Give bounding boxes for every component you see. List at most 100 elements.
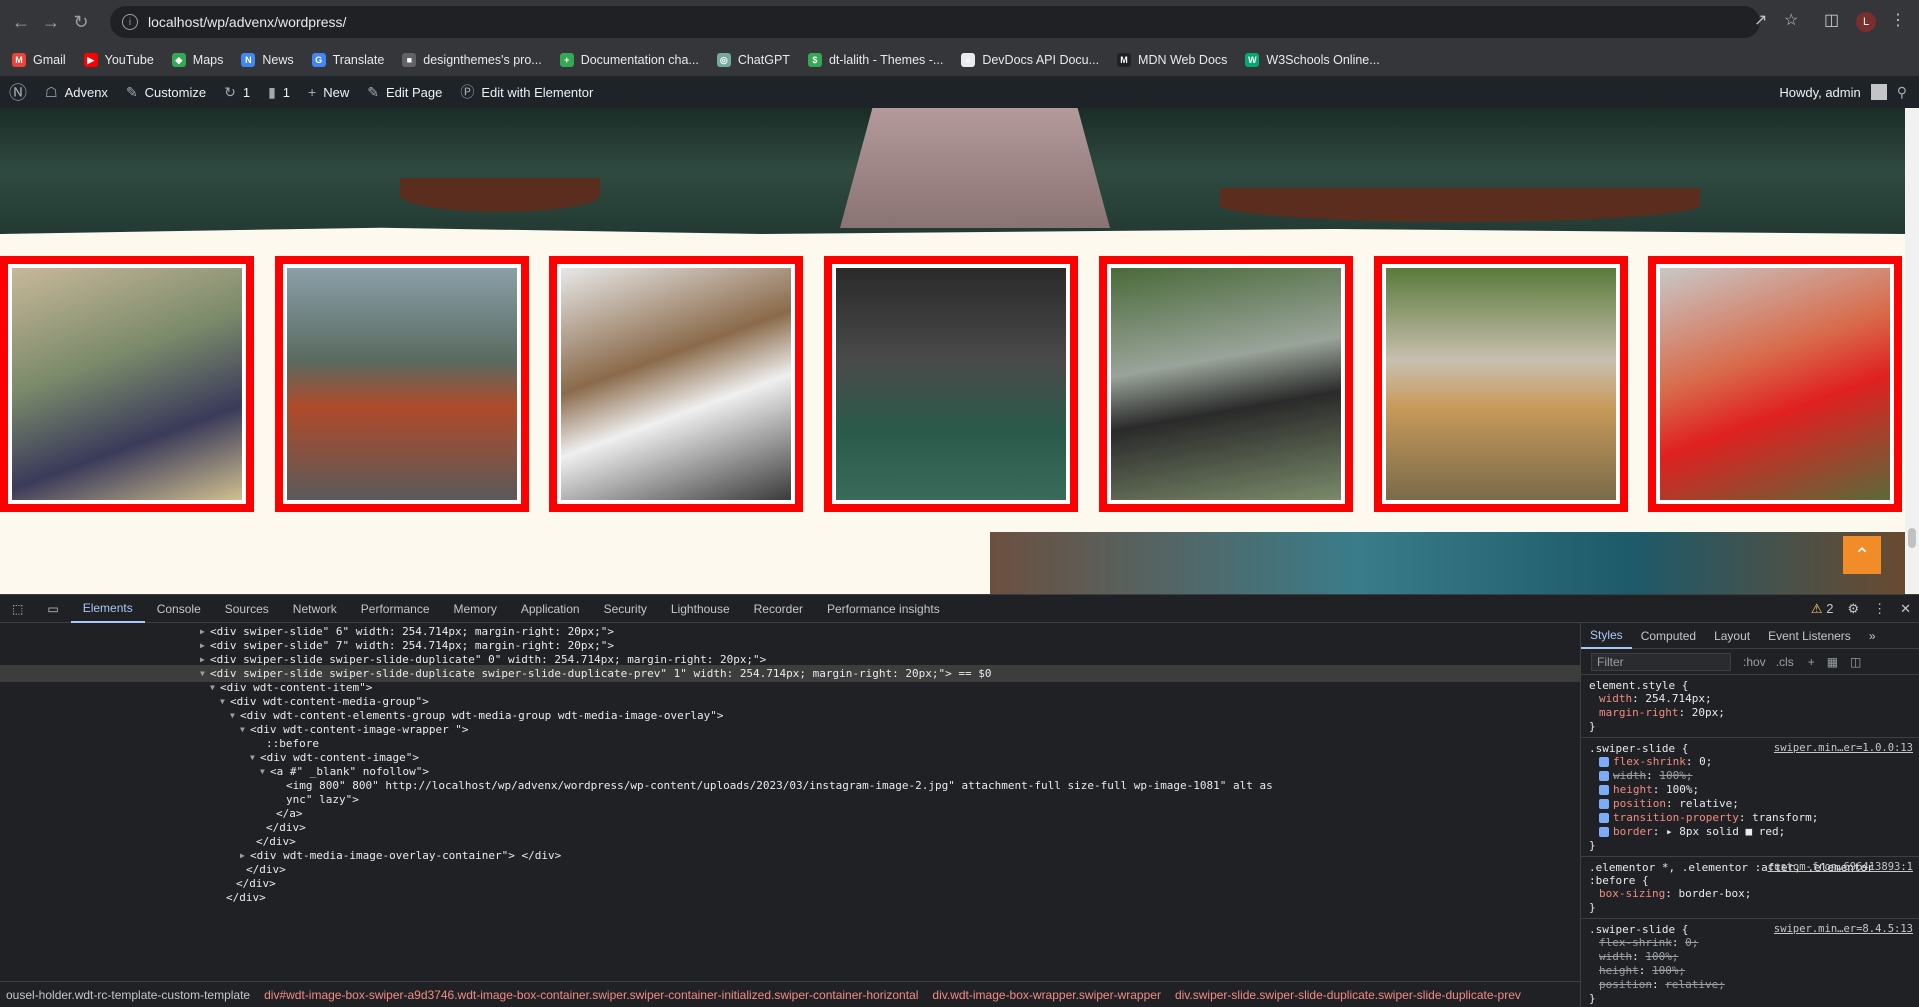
css-property[interactable]: transition-property: transform; bbox=[1599, 811, 1909, 825]
bookmark-item[interactable]: M Gmail bbox=[12, 53, 66, 67]
reload-icon[interactable]: ↻ bbox=[66, 7, 96, 37]
css-property[interactable]: height: 100%; bbox=[1599, 783, 1909, 797]
howdy-admin-link[interactable]: Howdy, admin bbox=[1779, 85, 1860, 100]
styles-tab-computed[interactable]: Computed bbox=[1632, 623, 1705, 649]
gallery-slide[interactable] bbox=[549, 256, 804, 512]
class-toggle[interactable]: .cls bbox=[1776, 655, 1794, 669]
devtools-tab-memory[interactable]: Memory bbox=[442, 595, 509, 623]
property-checkbox[interactable] bbox=[1599, 785, 1609, 795]
bookmark-item[interactable]: ■ designthemes's pro... bbox=[402, 53, 542, 67]
styles-filter-input[interactable]: Filter bbox=[1591, 652, 1731, 671]
more-tabs-icon[interactable]: » bbox=[1860, 623, 1885, 649]
profile-avatar[interactable]: L bbox=[1856, 12, 1876, 32]
css-property[interactable]: margin-right: 20px; bbox=[1599, 706, 1909, 720]
property-checkbox[interactable] bbox=[1599, 757, 1609, 767]
sidebar-toggle-icon[interactable]: ◫ bbox=[1850, 655, 1861, 669]
devtools-tab-console[interactable]: Console bbox=[145, 595, 213, 623]
new-rule-plus-icon[interactable]: + bbox=[1808, 655, 1815, 669]
bookmark-item[interactable]: W W3Schools Online... bbox=[1245, 53, 1380, 67]
bookmark-star-icon[interactable]: ☆ bbox=[1784, 10, 1798, 30]
address-bar[interactable]: i localhost/wp/advenx/wordpress/ bbox=[110, 6, 1760, 38]
bookmark-item[interactable]: N News bbox=[241, 53, 294, 67]
styles-tab-layout[interactable]: Layout bbox=[1705, 623, 1759, 649]
bookmark-item[interactable]: ◆ Maps bbox=[171, 53, 223, 67]
css-property[interactable]: flex-shrink: 0; bbox=[1599, 936, 1909, 950]
site-name-link[interactable]: ☖ Advenx bbox=[36, 76, 117, 108]
hover-state-toggle[interactable]: :hov bbox=[1743, 655, 1766, 669]
edit-page-link[interactable]: ✎ Edit Page bbox=[358, 76, 451, 108]
breadcrumb-item[interactable]: ousel-holder.wdt-rc-template-custom-temp… bbox=[6, 988, 250, 1002]
css-property[interactable]: width: 100%; bbox=[1599, 950, 1909, 964]
property-checkbox[interactable] bbox=[1599, 799, 1609, 809]
devtools-tab-performance[interactable]: Performance bbox=[349, 595, 442, 623]
gallery-slide[interactable] bbox=[274, 256, 529, 512]
css-property[interactable]: box-sizing: border-box; bbox=[1599, 887, 1909, 901]
property-checkbox[interactable] bbox=[1599, 827, 1609, 837]
css-property[interactable]: width: 254.714px; bbox=[1599, 692, 1909, 706]
bookmark-item[interactable]: G Translate bbox=[311, 53, 384, 67]
css-source-link[interactable]: custom-fron…696413893:1 bbox=[1768, 861, 1913, 873]
devtools-tab-elements[interactable]: Elements bbox=[70, 595, 145, 623]
bookmark-item[interactable]: M MDN Web Docs bbox=[1117, 53, 1227, 67]
gallery-slide[interactable] bbox=[1373, 256, 1628, 512]
devtools-tab-lighthouse[interactable]: Lighthouse bbox=[659, 595, 742, 623]
bookmark-item[interactable]: + Documentation cha... bbox=[559, 53, 699, 67]
bookmark-item[interactable]: $ dt-lalith - Themes -... bbox=[807, 53, 943, 67]
css-property[interactable]: flex-shrink: 0; bbox=[1599, 755, 1909, 769]
property-checkbox[interactable] bbox=[1599, 771, 1609, 781]
bookmark-item[interactable]: ◎ ChatGPT bbox=[716, 53, 790, 67]
gallery-slide[interactable] bbox=[1098, 256, 1353, 512]
devtools-tab-network[interactable]: Network bbox=[281, 595, 349, 623]
updates-link[interactable]: ↻ 1 bbox=[215, 76, 259, 108]
bookmark-item[interactable]: ⌕ DevDocs API Docu... bbox=[961, 53, 1099, 67]
breadcrumb-item[interactable]: div.wdt-image-box-wrapper.swiper-wrapper bbox=[932, 988, 1161, 1002]
devtools-tab-sources[interactable]: Sources bbox=[213, 595, 281, 623]
devtools-tab-performance-insights[interactable]: Performance insights bbox=[815, 595, 952, 623]
breadcrumb-item[interactable]: div#wdt-image-box-swiper-a9d3746.wdt-ima… bbox=[264, 988, 918, 1002]
new-content-link[interactable]: + New bbox=[299, 76, 358, 108]
styles-tab-styles[interactable]: Styles bbox=[1581, 623, 1632, 649]
settings-gear-icon[interactable]: ⚙ bbox=[1847, 601, 1859, 617]
edit-elementor-link[interactable]: Ⓟ Edit with Elementor bbox=[451, 76, 602, 108]
css-property[interactable]: position: relative; bbox=[1599, 797, 1909, 811]
css-source-link[interactable]: swiper.min…er=8.4.5:13 bbox=[1774, 923, 1913, 935]
info-icon[interactable]: i bbox=[122, 14, 138, 30]
gallery-slide[interactable] bbox=[1648, 256, 1903, 512]
css-property[interactable]: width: 100%; bbox=[1599, 769, 1909, 783]
page-scrollbar[interactable] bbox=[1905, 108, 1919, 594]
bookmark-item[interactable]: ▶ YouTube bbox=[83, 53, 154, 67]
more-options-icon[interactable]: ⋮ bbox=[1873, 601, 1886, 617]
gallery-slide[interactable] bbox=[0, 256, 254, 512]
warnings-badge[interactable]: ⚠ 2 bbox=[1811, 601, 1834, 617]
devtools-tab-recorder[interactable]: Recorder bbox=[742, 595, 815, 623]
css-property[interactable]: position: relative; bbox=[1599, 978, 1909, 992]
devtools-tab-security[interactable]: Security bbox=[592, 595, 659, 623]
menu-icon[interactable]: ⋮ bbox=[1890, 10, 1906, 30]
scrollbar-thumb[interactable] bbox=[1908, 528, 1916, 548]
elements-dom-tree[interactable]: ▶ <div swiper-slide" 6" width: 254.714px;… bbox=[0, 623, 1580, 981]
property-checkbox[interactable] bbox=[1599, 813, 1609, 823]
css-property[interactable]: border: ▸ 8px solid ■ red; bbox=[1599, 825, 1909, 839]
styles-tab-event-listeners[interactable]: Event Listeners bbox=[1759, 623, 1860, 649]
comments-link[interactable]: ▮ 1 bbox=[259, 76, 299, 108]
customize-link[interactable]: ✎ Customize bbox=[117, 76, 215, 108]
search-icon[interactable]: ⚲ bbox=[1897, 84, 1907, 101]
close-devtools-icon[interactable]: ✕ bbox=[1900, 601, 1911, 617]
css-property[interactable]: height: 100%; bbox=[1599, 964, 1909, 978]
bookmark-favicon-icon: G bbox=[311, 53, 326, 67]
device-toolbar-icon[interactable]: ▭ bbox=[35, 595, 70, 623]
gallery-slide[interactable] bbox=[824, 256, 1079, 512]
share-icon[interactable]: ↗ bbox=[1754, 10, 1767, 30]
inspect-element-icon[interactable]: ⬚ bbox=[0, 595, 35, 623]
css-source-link[interactable]: swiper.min…er=1.0.0:13 bbox=[1774, 742, 1913, 754]
scroll-to-top-button[interactable]: ⌃ bbox=[1843, 536, 1881, 574]
breadcrumb-item[interactable]: div.swiper-slide.swiper-slide-duplicate.… bbox=[1175, 988, 1521, 1002]
forward-icon[interactable]: → bbox=[36, 7, 66, 37]
wordpress-logo-icon[interactable]: Ⓝ bbox=[0, 76, 36, 108]
paint-icon[interactable]: ▦ bbox=[1827, 655, 1838, 669]
css-selector[interactable]: element.style { bbox=[1589, 679, 1909, 692]
dom-node-line[interactable]: </div> bbox=[0, 889, 1580, 906]
side-panel-icon[interactable]: ◫ bbox=[1824, 10, 1839, 30]
devtools-tab-application[interactable]: Application bbox=[509, 595, 592, 623]
back-icon[interactable]: ← bbox=[6, 7, 36, 37]
